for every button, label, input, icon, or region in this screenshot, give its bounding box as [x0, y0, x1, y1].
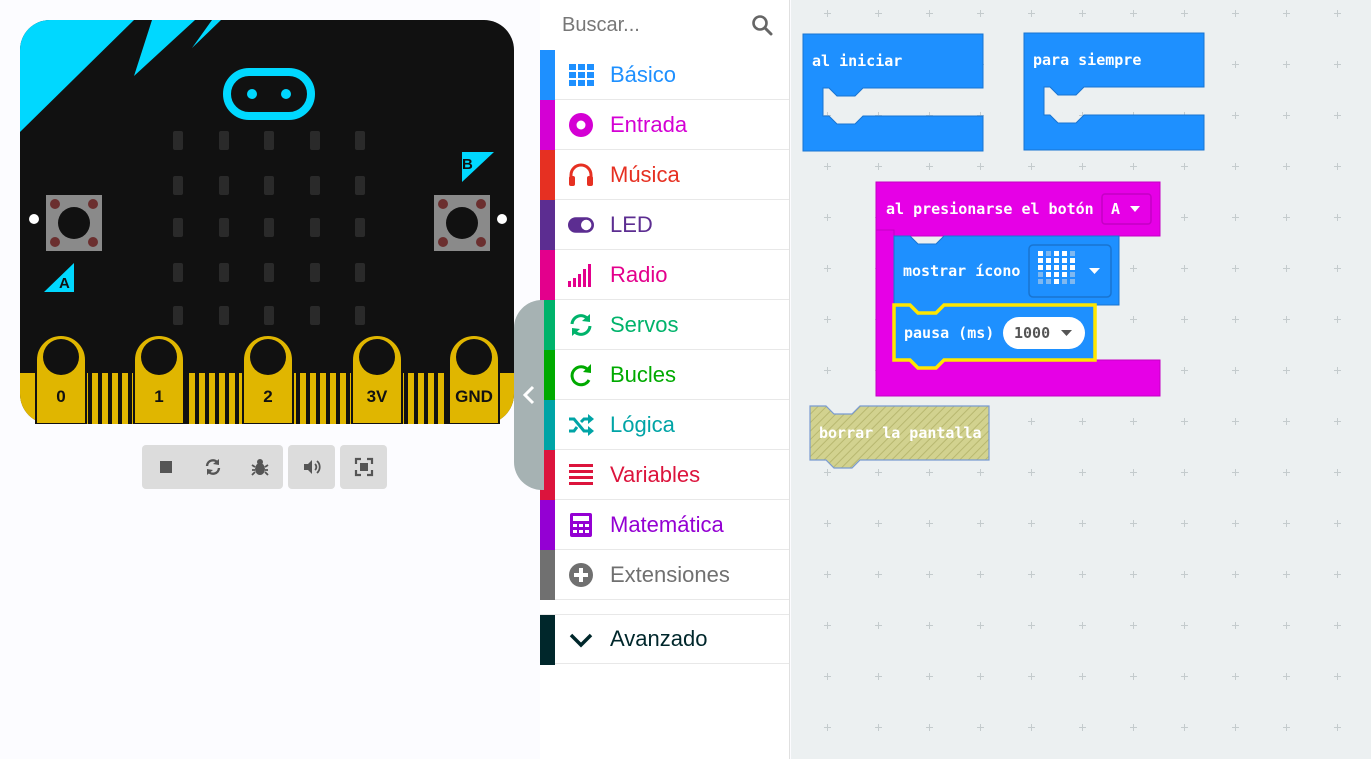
simulator-toolbar	[142, 445, 387, 489]
grid-icon	[568, 63, 594, 87]
category-led[interactable]: LED	[540, 200, 789, 250]
pin-2[interactable]: 2	[242, 334, 294, 424]
category-label: Lógica	[610, 411, 675, 437]
stop-icon	[159, 461, 172, 473]
pause-value: 1000	[1014, 324, 1050, 342]
button-b[interactable]	[434, 195, 490, 251]
shuffle-icon	[568, 413, 594, 437]
category-extensions[interactable]: Extensiones	[540, 550, 789, 600]
fullscreen-icon	[354, 457, 373, 477]
button-dropdown[interactable]: A	[1101, 193, 1152, 225]
category-variables[interactable]: Variables	[540, 450, 789, 500]
pin-label: 1	[154, 387, 163, 406]
pin-label: 0	[56, 387, 65, 406]
category-label: Matemática	[610, 511, 724, 537]
pause-value-input[interactable]: 1000	[1003, 317, 1085, 349]
mute-button[interactable]	[288, 445, 335, 489]
pin-0[interactable]: 0	[35, 334, 87, 424]
category-loops[interactable]: Bucles	[540, 350, 789, 400]
category-label: LED	[610, 211, 653, 237]
button-dropdown-value: A	[1111, 200, 1120, 218]
restart-icon	[205, 459, 220, 475]
pause-block[interactable]: pausa (ms) 1000	[892, 303, 1097, 370]
category-logic[interactable]: Lógica	[540, 400, 789, 450]
clear-screen-label: borrar la pantalla	[819, 424, 982, 442]
on-start-label: al iniciar	[812, 52, 902, 70]
pin-label: GND	[455, 387, 493, 406]
button-b-label: B	[462, 156, 473, 173]
debug-icon	[250, 459, 269, 476]
category-label: Básico	[610, 61, 677, 87]
category-label: Radio	[610, 261, 668, 287]
chevron-left-icon	[522, 385, 535, 405]
category-math[interactable]: Matemática	[540, 500, 789, 550]
category-label: Música	[610, 161, 680, 187]
collapse-simulator-button[interactable]	[514, 300, 544, 490]
show-icon-block[interactable]: mostrar ícono	[893, 235, 1120, 314]
blocks-workspace[interactable]: al iniciar para siempre al presionarse e…	[791, 0, 1371, 759]
clear-screen-block[interactable]: borrar la pantalla	[809, 405, 990, 469]
pin-gnd[interactable]: GND	[448, 334, 500, 424]
pin-3v[interactable]: 3V	[351, 334, 403, 424]
toggle-icon	[568, 213, 594, 237]
fullscreen-group	[340, 445, 387, 489]
pin-label: 3V	[367, 387, 388, 406]
category-label: Extensiones	[610, 561, 730, 587]
category-servos[interactable]: Servos	[540, 300, 789, 350]
microbit-board[interactable]: A B 0 1 2 3V GND	[20, 20, 514, 424]
button-a-label: A	[59, 275, 70, 292]
show-icon-label: mostrar ícono	[903, 262, 1020, 280]
mute-icon	[303, 460, 321, 474]
category-music[interactable]: Música	[540, 150, 789, 200]
calculator-icon	[568, 513, 594, 537]
category-radio[interactable]: Radio	[540, 250, 789, 300]
category-label: Variables	[610, 461, 701, 487]
category-advanced[interactable]: Avanzado	[540, 614, 789, 665]
category-input[interactable]: Entrada	[540, 100, 789, 150]
workspace-canvas[interactable]: al iniciar para siempre al presionarse e…	[791, 0, 1371, 759]
restart-button[interactable]	[189, 445, 236, 489]
mute-group	[288, 445, 335, 489]
category-basic[interactable]: Básico	[540, 50, 789, 100]
plus-circle-icon	[568, 563, 594, 587]
stop-button[interactable]	[142, 445, 189, 489]
forever-label: para siempre	[1033, 51, 1141, 69]
search-icon[interactable]	[751, 14, 773, 36]
simulator-controls	[142, 445, 283, 489]
pause-label: pausa (ms)	[904, 324, 994, 342]
refresh-icon	[568, 313, 594, 337]
fullscreen-button[interactable]	[340, 445, 387, 489]
category-label: Avanzado	[610, 626, 708, 651]
category-label: Servos	[610, 311, 679, 337]
icon-picker-dropdown[interactable]	[1028, 244, 1112, 298]
simulator-panel: A B 0 1 2 3V GND	[0, 0, 540, 759]
target-icon	[568, 113, 594, 137]
category-label: Entrada	[610, 111, 688, 137]
toolbox-search	[540, 0, 789, 50]
toolbox: Básico Entrada Música LED Radio Servos B…	[540, 0, 790, 759]
button-a[interactable]	[46, 195, 102, 251]
pin-1[interactable]: 1	[133, 334, 185, 424]
chevron-down-icon	[568, 628, 594, 652]
debug-button[interactable]	[236, 445, 283, 489]
category-label: Bucles	[610, 361, 677, 387]
loop-icon	[568, 363, 594, 387]
on-button-label: al presionarse el botón	[886, 200, 1094, 218]
signal-bars-icon	[568, 263, 594, 287]
pin-label: 2	[263, 387, 272, 406]
headphones-icon	[568, 163, 594, 187]
list-icon	[568, 463, 594, 487]
